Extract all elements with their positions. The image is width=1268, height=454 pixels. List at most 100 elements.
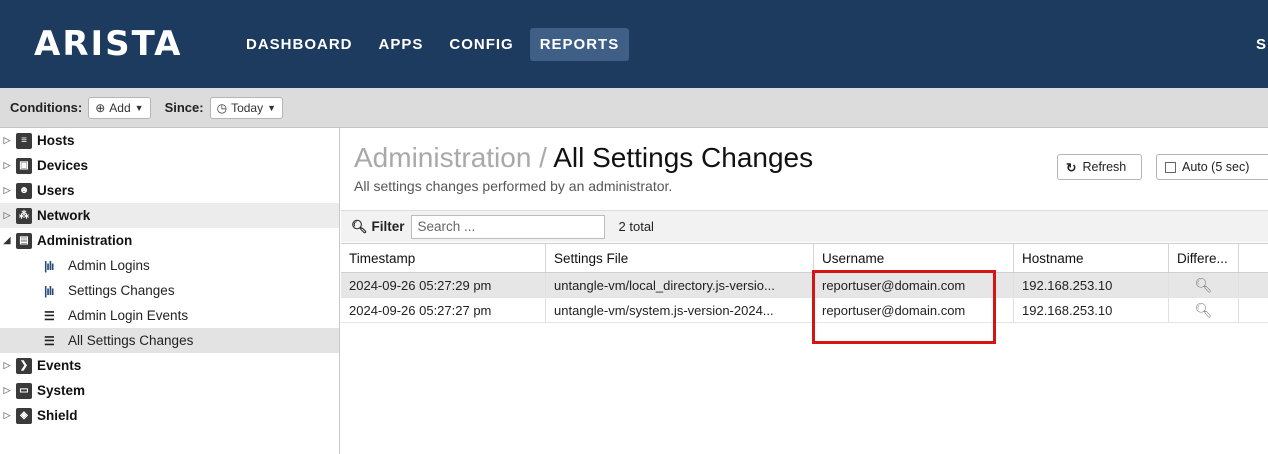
sidebar-item-label: Admin Logins [68, 258, 150, 273]
search-icon: 🔍︎ [351, 218, 368, 234]
network-icon: ⁂ [16, 207, 32, 224]
page-title: Administration / All Settings Changes [354, 142, 813, 174]
list-lines-icon: ☰ [44, 333, 55, 348]
cell-timestamp: 2024-09-26 05:27:27 pm [341, 298, 546, 322]
report-main-panel: Administration / All Settings Changes Al… [341, 128, 1268, 454]
cell-text: 192.168.253.10 [1022, 277, 1113, 293]
sidebar-item-label: Shield [37, 408, 78, 423]
auto-refresh-toggle[interactable]: Auto (5 sec) [1156, 154, 1268, 180]
settings-changes-grid: Timestamp Settings File Username Hostnam… [341, 243, 1268, 323]
sidebar-item-label: All Settings Changes [68, 333, 194, 348]
column-header-settings-file[interactable]: Settings File [546, 244, 814, 272]
conditions-label: Conditions: [10, 100, 83, 115]
sidebar-item-label: Hosts [37, 133, 75, 148]
filter-bar: 🔍︎ Filter 2 total [341, 210, 1268, 242]
breadcrumb[interactable]: Administration / [354, 142, 553, 173]
column-header-hostname[interactable]: Hostname [1014, 244, 1169, 272]
refresh-button[interactable]: ↻ Refresh [1057, 154, 1142, 180]
sidebar-item-admin-login-events[interactable]: ☰ Admin Login Events [0, 303, 339, 328]
sidebar-item-system[interactable]: ▷ ▭ System [0, 378, 339, 403]
nav-user-menu[interactable]: S [1256, 36, 1268, 53]
search-input[interactable] [410, 214, 605, 239]
sidebar-item-devices[interactable]: ▷ ▣ Devices [0, 153, 339, 178]
cell-text: reportuser@domain.com [822, 302, 966, 318]
since-value: Today [231, 100, 264, 115]
sidebar-item-label: Admin Login Events [68, 308, 189, 323]
shield-icon: ◈ [16, 407, 32, 424]
table-row[interactable]: 2024-09-26 05:27:27 pm untangle-vm/syste… [341, 298, 1268, 323]
magnifier-icon[interactable]: 🔍︎ [1195, 277, 1213, 294]
caret-down-icon: ▼ [134, 102, 144, 113]
admin-icon: ▤ [16, 232, 32, 249]
nav-reports[interactable]: REPORTS [529, 28, 630, 61]
expand-arrow-icon[interactable]: ▷ [0, 135, 14, 146]
filter-label-text: Filter [371, 219, 405, 234]
expand-arrow-icon[interactable]: ▷ [0, 360, 14, 371]
cell-text: untangle-vm/system.js-version-2024... [554, 302, 774, 318]
report-description: All settings changes performed by an adm… [354, 178, 673, 194]
filter-label: 🔍︎ Filter [351, 219, 405, 235]
report-title: All Settings Changes [553, 142, 814, 173]
expand-arrow-icon[interactable]: ▷ [0, 160, 14, 171]
conditions-bar: Conditions: ⊕ Add ▼ Since: ◷ Today ▼ [0, 88, 1268, 128]
plus-circle-icon: ⊕ [95, 100, 106, 115]
add-condition-button[interactable]: ⊕ Add ▼ [88, 96, 151, 119]
arista-logo[interactable]: ARISTA [34, 24, 183, 64]
list-icon: ≡ [16, 132, 32, 149]
caret-down-icon: ▼ [267, 102, 277, 113]
column-header-username[interactable]: Username [814, 244, 1014, 272]
sidebar-item-shield[interactable]: ▷ ◈ Shield [0, 403, 339, 428]
devices-icon: ▣ [16, 157, 32, 174]
refresh-icon: ↻ [1066, 160, 1077, 175]
events-icon: ❯ [16, 357, 32, 374]
main-nav: DASHBOARD APPS CONFIG REPORTS [236, 28, 635, 61]
sidebar-item-events[interactable]: ▷ ❯ Events [0, 353, 339, 378]
expand-arrow-icon[interactable]: ▷ [0, 185, 14, 196]
sidebar-item-admin-logins[interactable]: |ılı Admin Logins [0, 253, 339, 278]
expand-arrow-icon[interactable]: ▷ [0, 410, 14, 421]
system-icon: ▭ [16, 382, 32, 399]
sidebar-item-settings-changes[interactable]: |ılı Settings Changes [0, 278, 339, 303]
since-dropdown[interactable]: ◷ Today ▼ [209, 96, 284, 119]
table-row[interactable]: 2024-09-26 05:27:29 pm untangle-vm/local… [341, 273, 1268, 298]
nav-apps[interactable]: APPS [369, 28, 434, 61]
checkbox-icon[interactable] [1165, 161, 1176, 173]
sidebar-item-label: Network [37, 208, 91, 223]
cell-username: reportuser@domain.com [814, 298, 1014, 322]
top-nav-bar: ARISTA DASHBOARD APPS CONFIG REPORTS S [0, 0, 1268, 88]
auto-refresh-label: Auto (5 sec) [1182, 160, 1250, 174]
sidebar-item-all-settings-changes[interactable]: ☰ All Settings Changes [0, 328, 339, 353]
nav-dashboard[interactable]: DASHBOARD [236, 28, 363, 61]
sidebar-item-label: System [37, 383, 86, 398]
sidebar-item-label: Administration [37, 233, 133, 248]
since-label: Since: [164, 100, 204, 115]
sidebar-item-label: Devices [37, 158, 89, 173]
cell-text: 2024-09-26 05:27:27 pm [349, 302, 492, 318]
cell-settings-file: untangle-vm/local_directory.js-versio... [546, 273, 814, 297]
list-lines-icon: ☰ [44, 308, 55, 323]
sidebar-item-label: Events [37, 358, 82, 373]
cell-text: 2024-09-26 05:27:29 pm [349, 277, 492, 293]
cell-text: 192.168.253.10 [1022, 302, 1113, 318]
sidebar-item-administration[interactable]: ◢ ▤ Administration [0, 228, 339, 253]
bar-chart-icon: |ılı [44, 283, 54, 298]
sidebar-item-users[interactable]: ▷ ☻ Users [0, 178, 339, 203]
total-count: 2 total [618, 219, 654, 234]
cell-text: untangle-vm/local_directory.js-versio... [554, 277, 775, 293]
grid-header: Timestamp Settings File Username Hostnam… [341, 243, 1268, 273]
column-header-timestamp[interactable]: Timestamp [341, 244, 546, 272]
cell-timestamp: 2024-09-26 05:27:29 pm [341, 273, 546, 297]
refresh-label: Refresh [1082, 160, 1127, 174]
expand-arrow-icon[interactable]: ▷ [0, 385, 14, 396]
magnifier-icon[interactable]: 🔍︎ [1195, 302, 1213, 319]
nav-config[interactable]: CONFIG [439, 28, 523, 61]
cell-username: reportuser@domain.com [814, 273, 1014, 297]
cell-differences: 🔍︎ [1169, 298, 1239, 322]
sidebar-item-label: Settings Changes [68, 283, 175, 298]
collapse-arrow-icon[interactable]: ◢ [0, 235, 14, 246]
expand-arrow-icon[interactable]: ▷ [0, 210, 14, 221]
bar-chart-icon: |ılı [44, 258, 54, 273]
sidebar-item-hosts[interactable]: ▷ ≡ Hosts [0, 128, 339, 153]
column-header-differences[interactable]: Differe... [1169, 244, 1239, 272]
sidebar-item-network[interactable]: ▷ ⁂ Network [0, 203, 339, 228]
